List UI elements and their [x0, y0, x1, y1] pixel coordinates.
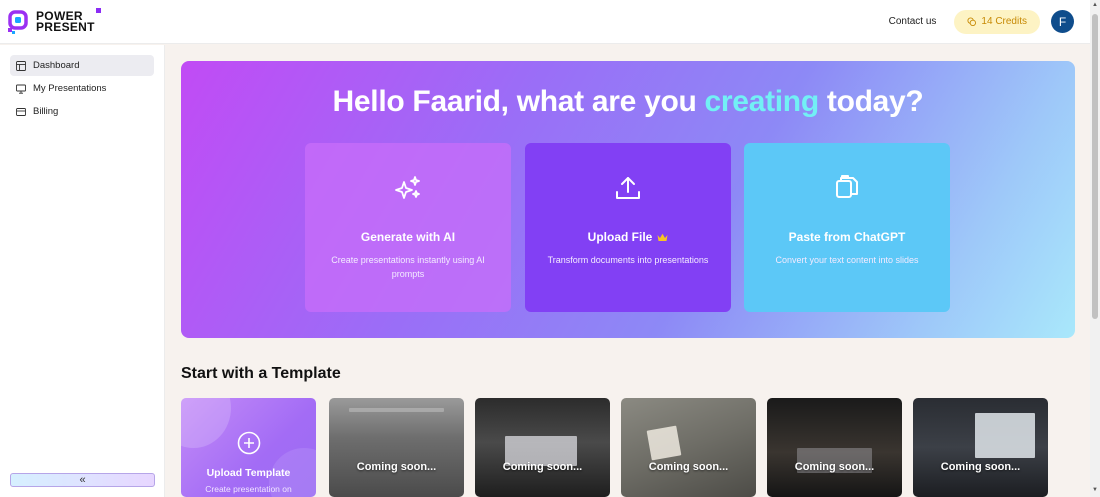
paste-from-chatgpt-card[interactable]: Paste from ChatGPT Convert your text con…	[744, 143, 950, 312]
avatar[interactable]: F	[1051, 10, 1074, 33]
card-description: Create presentations instantly using AI …	[331, 255, 485, 279]
upload-icon	[616, 177, 640, 199]
coming-soon-label: Coming soon...	[648, 461, 729, 473]
layout-icon	[16, 60, 26, 71]
template-tile[interactable]: Coming soon...	[621, 398, 756, 497]
tile-image-detail	[646, 425, 682, 461]
icon-wrap	[305, 173, 511, 205]
upload-template-description: Create presentation on	[205, 484, 292, 494]
card-title: Paste from ChatGPT	[744, 230, 950, 244]
coins-icon	[967, 17, 977, 26]
top-bar-actions: Contact us 14 Credits F	[889, 9, 1074, 34]
sidebar-item-label: Billing	[33, 106, 59, 117]
card-icon	[16, 107, 26, 116]
paste-icon	[836, 175, 858, 198]
credits-label: 14 Credits	[981, 16, 1027, 27]
greeting-suffix: today?	[818, 85, 924, 118]
card-title: Upload File	[525, 230, 731, 244]
card-title-text: Generate with AI	[360, 230, 456, 244]
greeting-prefix: Hello Faarid, what are you	[332, 85, 705, 118]
sidebar-item-label: My Presentations	[33, 83, 107, 94]
avatar-initial: F	[1058, 14, 1067, 29]
logo-line-2: PRESENT	[36, 19, 95, 34]
scroll-up-icon[interactable]: ▲	[1092, 2, 1098, 8]
template-tile[interactable]: Coming soon...	[767, 398, 902, 497]
template-tile[interactable]: Coming soon...	[475, 398, 610, 497]
coming-soon-label: Coming soon...	[502, 461, 583, 473]
logo-mark-icon	[8, 9, 28, 34]
contact-link[interactable]: Contact us	[889, 16, 937, 27]
generate-with-ai-card[interactable]: Generate with AI Create presentations in…	[305, 143, 511, 312]
sidebar-item-label: Dashboard	[33, 60, 80, 71]
sidebar-nav: Dashboard My Presentations Billing	[0, 45, 164, 122]
logo-square	[95, 7, 101, 13]
collapse-sidebar-button[interactable]: «	[10, 473, 155, 487]
decorative-blob	[181, 398, 231, 448]
sidebar-item-dashboard[interactable]: Dashboard	[10, 55, 154, 76]
greeting-highlight: creating	[704, 85, 820, 118]
card-title-text: Upload File	[587, 230, 653, 244]
sidebar: Dashboard My Presentations Billing «	[0, 45, 165, 497]
coming-soon-label: Coming soon...	[356, 461, 437, 473]
top-bar: POWER PRESENT Contact us 14 Credits F	[0, 0, 1090, 44]
hero-banner: Hello Faarid, what are you creating toda…	[181, 61, 1075, 338]
scrollbar-thumb[interactable]	[1092, 14, 1098, 319]
card-title-text: Paste from ChatGPT	[788, 230, 906, 244]
tile-image-detail	[349, 408, 444, 412]
sidebar-item-my-presentations[interactable]: My Presentations	[10, 78, 154, 99]
card-description: Transform documents into presentations	[547, 255, 709, 265]
upload-template-tile[interactable]: Upload Template Create presentation on	[181, 398, 316, 497]
icon-wrap	[525, 173, 731, 203]
card-description: Convert your text content into slides	[775, 255, 919, 265]
tile-image-detail	[975, 413, 1035, 458]
card-title: Generate with AI	[305, 230, 511, 244]
logo-wordmark: POWER PRESENT	[36, 7, 101, 34]
monitor-icon	[16, 84, 26, 94]
upload-file-card[interactable]: Upload File Transform documents into pre…	[525, 143, 731, 312]
page-title: Hello Faarid, what are you creating toda…	[181, 85, 1075, 119]
upload-template-title: Upload Template	[206, 467, 291, 479]
crown-icon	[657, 233, 668, 241]
sparkles-icon	[395, 176, 420, 199]
credits-badge[interactable]: 14 Credits	[954, 9, 1040, 34]
template-tile[interactable]: Coming soon...	[329, 398, 464, 497]
icon-wrap	[744, 173, 950, 203]
logo[interactable]: POWER PRESENT	[6, 7, 101, 36]
templates-section-title: Start with a Template	[181, 365, 341, 382]
coming-soon-label: Coming soon...	[940, 461, 1021, 473]
page-scrollbar[interactable]: ▲ ▼	[1090, 0, 1100, 497]
template-tile[interactable]: Coming soon...	[913, 398, 1048, 497]
plus-circle-icon	[237, 431, 261, 455]
chevrons-left-icon: «	[79, 474, 86, 486]
coming-soon-label: Coming soon...	[794, 461, 875, 473]
scroll-down-icon[interactable]: ▼	[1092, 487, 1098, 493]
sidebar-item-billing[interactable]: Billing	[10, 101, 154, 122]
